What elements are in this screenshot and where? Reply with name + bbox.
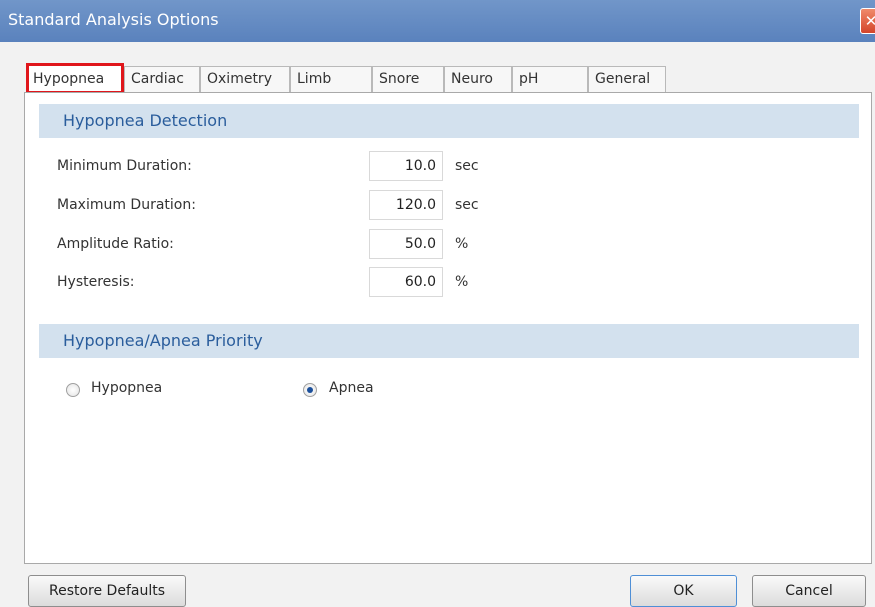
maximum-duration-label: Maximum Duration: — [57, 197, 196, 213]
maximum-duration-field[interactable]: 120.0 — [369, 190, 443, 220]
tab-general[interactable]: General — [588, 66, 666, 92]
tab-ph[interactable]: pH — [512, 66, 588, 92]
tab-oximetry[interactable]: Oximetry — [200, 66, 290, 92]
maximum-duration-unit: sec — [455, 197, 479, 213]
cancel-button[interactable]: Cancel — [752, 575, 866, 607]
window-title: Standard Analysis Options — [8, 10, 219, 29]
close-button[interactable]: ✕ — [860, 8, 875, 34]
hypopnea-radio[interactable] — [66, 383, 80, 397]
tab-label: Cardiac — [131, 71, 184, 87]
tab-cardiac[interactable]: Cardiac — [124, 66, 200, 92]
close-icon: ✕ — [864, 12, 875, 30]
tab-label: Snore — [379, 71, 420, 87]
tab-snore[interactable]: Snore — [372, 66, 444, 92]
tab-label: Limb — [297, 71, 332, 87]
tab-label: pH — [519, 71, 539, 87]
restore-defaults-button[interactable]: Restore Defaults — [28, 575, 186, 607]
apnea-radio[interactable] — [303, 383, 317, 397]
tab-label: General — [595, 71, 651, 87]
apnea-radio-label[interactable]: Apnea — [329, 380, 374, 396]
tab-neuro[interactable]: Neuro — [444, 66, 512, 92]
priority-header: Hypopnea/Apnea Priority — [39, 324, 859, 358]
hysteresis-field[interactable]: 60.0 — [369, 267, 443, 297]
tab-label: Oximetry — [207, 71, 272, 87]
hypopnea-radio-label[interactable]: Hypopnea — [91, 380, 162, 396]
amplitude-ratio-field[interactable]: 50.0 — [369, 229, 443, 259]
title-bar: Standard Analysis Options ✕ — [0, 0, 875, 42]
hysteresis-unit: % — [455, 274, 469, 290]
minimum-duration-unit: sec — [455, 158, 479, 174]
tab-label: Hypopnea — [33, 71, 105, 87]
minimum-duration-label: Minimum Duration: — [57, 158, 192, 174]
tab-hypopnea[interactable]: Hypopnea — [26, 63, 124, 94]
ok-button[interactable]: OK — [630, 575, 737, 607]
tab-label: Neuro — [451, 71, 493, 87]
hysteresis-label: Hysteresis: — [57, 274, 135, 290]
hypopnea-detection-header: Hypopnea Detection — [39, 104, 859, 138]
tab-limb[interactable]: Limb — [290, 66, 372, 92]
tab-panel: Hypopnea Detection Minimum Duration: 10.… — [24, 92, 872, 564]
amplitude-ratio-unit: % — [455, 236, 469, 252]
minimum-duration-field[interactable]: 10.0 — [369, 151, 443, 181]
amplitude-ratio-label: Amplitude Ratio: — [57, 236, 174, 252]
